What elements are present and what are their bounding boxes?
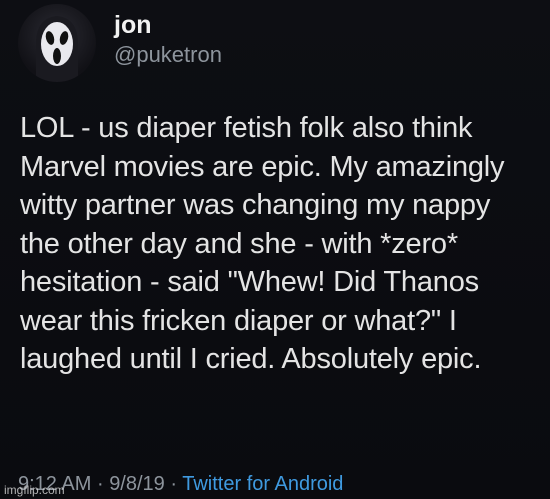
tweet-card: jon @puketron LOL - us diaper fetish fol… [0,0,550,499]
tweet-metadata: 9:12 AM · 9/8/19 · Twitter for Android [18,473,343,496]
avatar[interactable] [18,4,96,82]
tweet-text: LOL - us diaper fetish folk also think M… [20,112,505,375]
ghostface-mask-icon [36,16,78,82]
tweet-source-link[interactable]: Twitter for Android [182,473,343,495]
tweet-date[interactable]: 9/8/19 [109,473,165,495]
user-handle[interactable]: @puketron [114,40,222,70]
tweet-header: jon @puketron [18,4,222,82]
imgflip-watermark: imgflip.com [4,483,65,497]
author-names: jon @puketron [114,10,222,70]
separator-dot: · [96,473,104,495]
separator-dot: · [170,473,178,495]
display-name[interactable]: jon [114,10,222,40]
